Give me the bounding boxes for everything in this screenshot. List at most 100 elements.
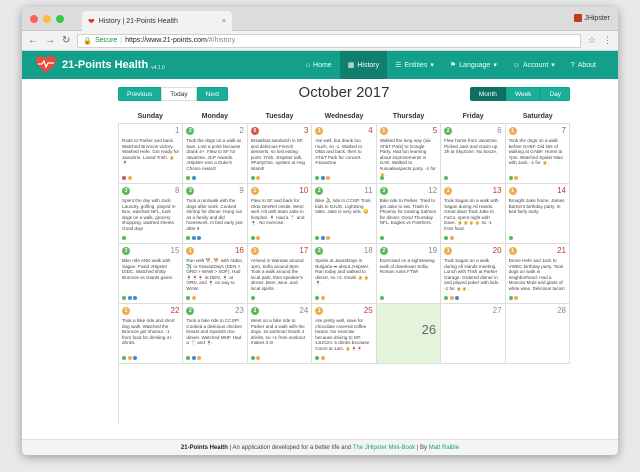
weekday-label: Sunday bbox=[137, 112, 163, 120]
day-number: 3 bbox=[303, 126, 309, 135]
event-dots bbox=[122, 236, 126, 240]
heart-icon: ❤ bbox=[88, 16, 95, 26]
nav-about[interactable]: ? About bbox=[563, 51, 604, 79]
event-dot bbox=[127, 296, 132, 300]
nav-entities[interactable]: ☰ Entities ▾ bbox=[387, 51, 442, 79]
reload-icon[interactable]: ↻ bbox=[62, 35, 70, 46]
calendar-day-cell[interactable]: 2 19 Exercised on a sightseeing walk of do… bbox=[376, 244, 442, 304]
calendar-day-cell[interactable]: 1 10 Flew to SF and back for Okta DevRel o… bbox=[247, 184, 313, 244]
points-badge: 1 bbox=[250, 187, 259, 195]
calendar-day-cell[interactable]: 3 15 Bike ride AND walk with Sagan. Fixed … bbox=[119, 244, 184, 304]
points-badge: 1 bbox=[508, 247, 517, 255]
calendar-day-cell[interactable]: 1 21 Drove Hefe and Jack to VWEC birthday … bbox=[505, 244, 570, 304]
calendar-day-cell[interactable]: 2 6 Flew home from JavaOne. Picked Jack an… bbox=[441, 124, 506, 184]
points-badge: 3 bbox=[186, 187, 195, 195]
weekday-header: Sunday Monday Tuesday Wednesday Thursday Frid… bbox=[118, 109, 570, 123]
nav-language[interactable]: ⚑ Language ▾ bbox=[442, 51, 505, 79]
profile-button[interactable]: JHipster bbox=[574, 14, 610, 22]
nav-label: Entities bbox=[404, 61, 428, 69]
day-number: 23 bbox=[234, 306, 244, 315]
day-note: Brought Jake home. James Barton's birthd… bbox=[508, 198, 565, 215]
event-dot bbox=[197, 236, 202, 240]
question-icon: ? bbox=[570, 61, 575, 69]
footer-book-link[interactable]: The JHipster Mini-Book bbox=[353, 445, 415, 451]
calendar-day-cell[interactable]: 2 2 Took the dogs on a walk at 5am. Lost a… bbox=[183, 124, 248, 184]
day-number: 5 bbox=[432, 126, 438, 135]
event-dot bbox=[250, 356, 255, 360]
event-dots bbox=[444, 176, 449, 180]
calendar-day-cell[interactable]: 3 9 Took a run/walk with the dogs after wo… bbox=[183, 184, 248, 244]
event-dot bbox=[379, 236, 384, 240]
event-dot bbox=[250, 296, 255, 300]
calendar-day-cell[interactable]: 2 18 Spoke at Java2Days in Bulgaria ➡ abou… bbox=[312, 244, 377, 304]
calendar-day-cell[interactable]: 3 8 Spent the day with Jack. Laundry, golf… bbox=[119, 184, 184, 244]
footer: 21-Points Health | An application develo… bbox=[22, 439, 618, 455]
calendar-day-cell[interactable]: 1 25 Ate pretty well, save for chocolate c… bbox=[312, 304, 377, 364]
calendar-day-cell[interactable]: 2 11 Bike 🚴 ride in CCSP. Took kids to DJU… bbox=[312, 184, 377, 244]
day-note: Bike ride to Parker. Tried to get Jake t… bbox=[379, 198, 437, 226]
minimize-icon[interactable] bbox=[43, 15, 51, 23]
event-dots bbox=[379, 176, 384, 180]
calendar-day-cell[interactable]: 1 5 Walked the long way (via AT&T Park) to… bbox=[376, 124, 442, 184]
event-dot bbox=[444, 176, 449, 180]
calendar-day-cell[interactable]: 28 bbox=[505, 304, 570, 364]
nav-label: History bbox=[357, 61, 380, 69]
calendar-day-cell[interactable]: 1 16 Run with 🐕, 🐕 with Abbie, ✈️ to #Java… bbox=[183, 244, 248, 304]
event-dot bbox=[379, 296, 384, 300]
calendar-day-cell[interactable]: 1 14 Brought Jake home. James Barton's bir… bbox=[505, 184, 570, 244]
points-badge: 1 bbox=[315, 307, 324, 315]
day-note: Spent the day with Jack. Laundry, golfin… bbox=[122, 198, 177, 231]
event-dot bbox=[320, 356, 325, 360]
calendar-day-cell[interactable]: 0 3 Breakfast sandwich in SF, and deliciou… bbox=[247, 124, 313, 184]
calendar-day-cell[interactable]: 26 bbox=[376, 304, 442, 364]
event-dot bbox=[122, 176, 126, 180]
calendar-day-cell[interactable]: 1 Rode to Parker and back. Watched Bronco… bbox=[119, 124, 184, 184]
day-note: Rode to Parker and back. Watched Broncos… bbox=[122, 138, 180, 166]
day-note: Took the dogs on a walk at 5am. Lost a p… bbox=[186, 138, 241, 171]
bookmark-star-icon[interactable]: ☆ bbox=[588, 35, 596, 46]
tab-close-icon[interactable]: × bbox=[222, 18, 226, 25]
event-dot bbox=[197, 356, 202, 360]
calendar-day-cell[interactable]: 1 22 Took a bike ride and short dog walk. … bbox=[119, 304, 184, 364]
calendar-day-cell[interactable]: 1 7 Took the dogs on a walk before GABF. D… bbox=[505, 124, 570, 184]
calendar-day-cell[interactable]: 27 bbox=[441, 304, 506, 364]
calendar-day-cell[interactable]: 1 20 Took Sagan on a walk during All Hands… bbox=[441, 244, 506, 304]
month-view-button[interactable]: Month bbox=[469, 87, 506, 101]
nav-home[interactable]: ⌂ Home bbox=[298, 51, 340, 79]
back-icon[interactable]: ← bbox=[28, 35, 38, 46]
browser-menu-icon[interactable]: ⋮ bbox=[603, 35, 612, 46]
nav-account[interactable]: ☺ Account ▾ bbox=[505, 51, 563, 79]
points-badge: 2 bbox=[315, 247, 324, 255]
app-brand[interactable]: 21-Points Health bbox=[62, 59, 148, 71]
day-note: Drove Hefe and Jack to VWEC birthday par… bbox=[508, 258, 565, 291]
calendar-day-cell[interactable]: 3 12 Bike ride to Parker. Tried to get Jak… bbox=[376, 184, 442, 244]
calendar-day-cell[interactable]: 1 13 Took Sagan on a walk with Sagan durin… bbox=[441, 184, 506, 244]
day-view-button[interactable]: Day bbox=[540, 87, 570, 101]
event-dots bbox=[250, 176, 261, 180]
event-dot bbox=[122, 236, 126, 240]
event-dot bbox=[191, 356, 196, 360]
event-dot bbox=[508, 296, 513, 300]
footer-author-link[interactable]: Matt Raible bbox=[429, 445, 459, 451]
calendar-day-cell[interactable]: 3 24 Went on a bike ride to Parker and a w… bbox=[247, 304, 313, 364]
flag-icon: ⚑ bbox=[449, 62, 457, 69]
heart-logo-icon[interactable] bbox=[36, 56, 56, 74]
day-note: Ate pretty well, save for chocolate cove… bbox=[315, 318, 370, 351]
weekday-label: Tuesday bbox=[265, 112, 294, 120]
tab-title: History | 21-Points Health bbox=[98, 17, 178, 25]
maximize-icon[interactable] bbox=[56, 15, 64, 23]
day-number: 6 bbox=[497, 126, 502, 135]
calendar-day-cell[interactable]: 1 17 Arrived in Warsaw around 1pm, Sofia a… bbox=[247, 244, 313, 304]
nav-history[interactable]: ▦ History bbox=[339, 51, 388, 79]
calendar-day-cell[interactable]: 2 23 Took a bike ride to CCSP! Cooked a de… bbox=[183, 304, 248, 364]
day-number: 8 bbox=[174, 186, 180, 195]
forward-icon[interactable]: → bbox=[45, 35, 55, 46]
week-view-button[interactable]: Week bbox=[505, 87, 541, 101]
event-dot bbox=[250, 176, 255, 180]
day-number: 2 bbox=[239, 126, 244, 135]
close-icon[interactable] bbox=[30, 15, 38, 23]
event-dots bbox=[315, 176, 331, 180]
calendar-day-cell[interactable]: 1 4 Ate well, but drank too much, so -1. W… bbox=[312, 124, 377, 184]
browser-tab[interactable]: ❤ History | 21-Points Health × bbox=[82, 11, 232, 31]
url-field[interactable]: 🔒 Secure | https://www.21-points.com/#/h… bbox=[77, 33, 581, 48]
